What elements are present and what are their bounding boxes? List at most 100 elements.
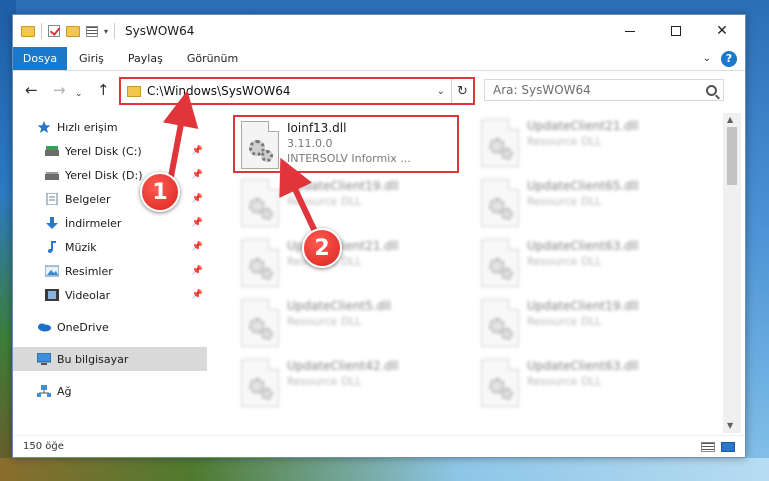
file-list: Ioinf13.dll 3.11.0.0 INTERSOLV Informix … — [213, 113, 721, 435]
sidebar-item-quick-access[interactable]: Hızlı erişim — [13, 115, 207, 139]
tab-file[interactable]: Dosya — [13, 47, 67, 70]
close-button[interactable]: ✕ — [699, 15, 745, 47]
scrollbar-thumb[interactable] — [727, 127, 737, 185]
sidebar-item-videos[interactable]: Videolar 📌 — [13, 283, 207, 307]
search-input[interactable]: Ara: SysWOW64 — [484, 79, 724, 101]
network-icon — [37, 385, 51, 397]
up-arrow-icon[interactable]: ↑ — [97, 81, 110, 99]
pictures-icon — [45, 265, 59, 277]
video-icon — [45, 289, 59, 301]
file-description: Resource DLL — [527, 135, 602, 148]
file-name: UpdateClient63.dll — [527, 239, 639, 253]
sidebar-item-network[interactable]: Ağ — [13, 379, 207, 403]
file-description: Resource DLL — [527, 255, 602, 268]
file-tile[interactable]: UpdateClient42.dll Resource DLL — [235, 355, 463, 411]
sidebar-item-local-disk-c[interactable]: Yerel Disk (C:) 📌 — [13, 139, 207, 163]
view-toggle — [701, 441, 735, 452]
sidebar-item-label: OneDrive — [57, 320, 109, 334]
dll-file-icon — [481, 359, 519, 407]
sidebar-item-label: Hızlı erişim — [57, 120, 118, 134]
maximize-icon — [671, 26, 681, 36]
music-icon — [48, 241, 56, 253]
search-icon — [706, 84, 717, 96]
sidebar-item-music[interactable]: Müzik 📌 — [13, 235, 207, 259]
item-count: 150 öğe — [23, 441, 64, 452]
refresh-icon[interactable]: ↻ — [451, 79, 473, 103]
file-explorer-window: ▾ SysWOW64 ✕ Dosya Giriş Paylaş Görünüm … — [12, 14, 746, 458]
address-dropdown-chevron-icon[interactable]: ⌄ — [437, 86, 451, 97]
search-placeholder: Ara: SysWOW64 — [493, 83, 591, 97]
sidebar-item-label: Yerel Disk (C:) — [65, 144, 142, 158]
pin-icon: 📌 — [191, 146, 203, 156]
file-tile[interactable]: UpdateClient21.dllResource DLL — [475, 115, 703, 171]
file-tile-ioinf13[interactable]: Ioinf13.dll 3.11.0.0 INTERSOLV Informix … — [233, 115, 459, 173]
address-path[interactable]: C:\Windows\SysWOW64 — [147, 84, 291, 98]
back-arrow-icon[interactable]: ← — [25, 81, 38, 99]
pin-icon: 📌 — [191, 218, 203, 228]
dll-file-icon — [241, 299, 279, 347]
pin-icon: 📌 — [191, 170, 203, 180]
toolbar-divider — [114, 23, 116, 39]
sidebar-item-onedrive[interactable]: OneDrive — [13, 315, 207, 339]
dll-file-icon — [481, 119, 519, 167]
dll-file-icon — [241, 359, 279, 407]
download-icon — [46, 217, 58, 229]
file-tile[interactable]: UpdateClient63.dll Resource DLL — [475, 235, 703, 291]
file-description: Resource DLL — [527, 375, 602, 388]
pin-icon: 📌 — [191, 290, 203, 300]
customize-toolbar-chevron-icon[interactable]: ▾ — [104, 27, 108, 36]
help-icon[interactable]: ? — [721, 50, 737, 67]
drive-icon — [45, 146, 59, 156]
dll-file-icon — [481, 179, 519, 227]
file-tile[interactable]: UpdateClient65.dll Resource DLL — [475, 175, 703, 231]
sidebar-item-label: İndirmeler — [65, 216, 122, 230]
sidebar-item-label: Müzik — [65, 240, 97, 254]
window-title: SysWOW64 — [125, 24, 195, 38]
vertical-scrollbar[interactable]: ▲ ▼ — [723, 113, 741, 433]
sidebar-item-label: Belgeler — [65, 192, 111, 206]
expand-ribbon-chevron-icon[interactable]: ⌄ — [703, 53, 711, 64]
minimize-button[interactable] — [607, 15, 653, 47]
folder-icon — [21, 25, 35, 37]
sidebar-item-downloads[interactable]: İndirmeler 📌 — [13, 211, 207, 235]
desktop-background-right — [744, 0, 769, 481]
file-description: Resource DLL — [287, 315, 362, 328]
tab-view[interactable]: Görünüm — [175, 47, 250, 70]
maximize-button[interactable] — [653, 15, 699, 47]
file-tile[interactable]: UpdateClient21.dllResource DLL — [235, 235, 463, 291]
step-2-badge: 2 — [302, 228, 342, 268]
file-tile[interactable]: UpdateClient19.dll Resource DLL — [475, 295, 703, 351]
properties-check-icon[interactable] — [48, 25, 60, 37]
file-name: UpdateClient63.dll — [527, 359, 639, 373]
sidebar-item-this-pc[interactable]: Bu bilgisayar — [13, 347, 207, 371]
recent-locations-chevron-icon[interactable]: ⌄ — [75, 85, 83, 103]
sidebar-item-pictures[interactable]: Resimler 📌 — [13, 259, 207, 283]
dll-file-icon — [481, 299, 519, 347]
forward-arrow-icon[interactable]: → — [53, 81, 66, 99]
minimize-icon — [625, 30, 635, 32]
ribbon-right: ⌄ ? — [703, 47, 737, 70]
tab-share[interactable]: Paylaş — [116, 47, 175, 70]
ribbon-tabs: Dosya Giriş Paylaş Görünüm ⌄ ? — [13, 47, 745, 71]
dll-file-icon — [241, 179, 279, 227]
folder-icon — [127, 85, 141, 97]
details-view-icon[interactable] — [701, 441, 715, 452]
quick-access-toolbar: ▾ — [21, 23, 116, 39]
tiles-view-icon[interactable] — [721, 441, 735, 452]
file-tile[interactable]: UpdateClient63.dll Resource DLL — [475, 355, 703, 411]
new-folder-icon[interactable] — [66, 25, 80, 37]
computer-icon — [37, 353, 51, 365]
file-version: 3.11.0.0 — [287, 137, 333, 150]
address-bar[interactable]: C:\Windows\SysWOW64 ⌄ ↻ — [119, 77, 475, 105]
file-tile[interactable]: UpdateClient5.dll Resource DLL — [235, 295, 463, 351]
scroll-up-icon[interactable]: ▲ — [727, 115, 733, 124]
star-icon — [37, 121, 51, 133]
sidebar-item-label: Videolar — [65, 288, 111, 302]
tab-home[interactable]: Giriş — [67, 47, 116, 70]
sidebar-item-label: Resimler — [65, 264, 113, 278]
properties-icon[interactable] — [86, 25, 98, 37]
scroll-down-icon[interactable]: ▼ — [727, 421, 733, 430]
file-tile[interactable]: UpdateClient19.dll Resource DLL — [235, 175, 463, 231]
desktop-background-bottom — [0, 458, 769, 481]
file-name: UpdateClient65.dll — [527, 179, 639, 193]
